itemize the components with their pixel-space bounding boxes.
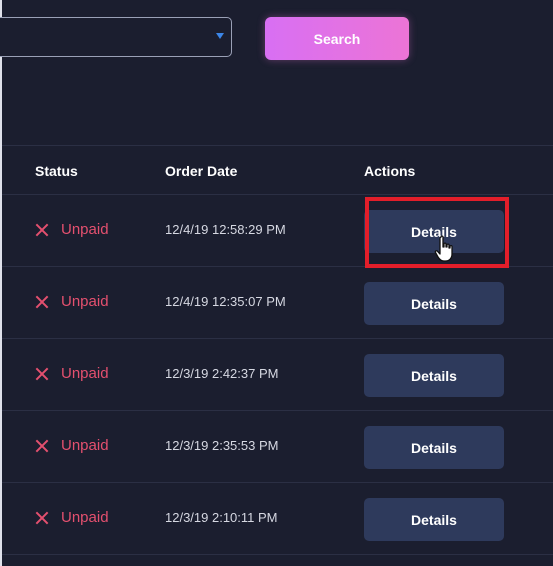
details-button[interactable]: Details: [364, 354, 504, 397]
close-icon: [35, 295, 49, 309]
status-text: Unpaid: [61, 221, 109, 238]
details-button[interactable]: Details: [364, 426, 504, 469]
status-text: Unpaid: [61, 437, 109, 454]
status-cell: Unpaid: [35, 437, 109, 454]
close-icon: [35, 439, 49, 453]
order-date: 12/3/19 2:10:11 PM: [165, 510, 278, 525]
table-row: Unpaid 12/3/19 2:10:11 PM Details: [2, 483, 553, 554]
table-row: Unpaid 12/3/19 2:35:53 PM Details: [2, 411, 553, 482]
status-text: Unpaid: [61, 293, 109, 310]
close-icon: [35, 511, 49, 525]
search-button[interactable]: Search: [265, 17, 409, 60]
order-date: 12/4/19 12:35:07 PM: [165, 294, 286, 309]
order-date: 12/3/19 2:42:37 PM: [165, 366, 279, 381]
order-date: 12/4/19 12:58:29 PM: [165, 222, 286, 237]
header-actions: Actions: [364, 163, 416, 179]
orders-panel: Search Status Order Date Actions Unpaid …: [0, 0, 553, 566]
header-status: Status: [35, 163, 78, 179]
status-cell: Unpaid: [35, 365, 109, 382]
table-row: Unpaid 12/4/19 12:35:07 PM Details: [2, 267, 553, 338]
table-header: Status Order Date Actions: [2, 146, 553, 194]
close-icon: [35, 223, 49, 237]
table-row: Unpaid 12/3/19 2:42:37 PM Details: [2, 339, 553, 410]
close-icon: [35, 367, 49, 381]
details-button[interactable]: Details: [364, 498, 504, 541]
header-order-date: Order Date: [165, 163, 238, 179]
order-date: 12/3/19 2:35:53 PM: [165, 438, 279, 453]
hand-cursor-icon: [434, 235, 453, 262]
status-cell: Unpaid: [35, 293, 109, 310]
filter-select[interactable]: [0, 17, 232, 57]
divider: [2, 554, 553, 555]
status-cell: Unpaid: [35, 221, 109, 238]
status-cell: Unpaid: [35, 509, 109, 526]
details-button[interactable]: Details: [364, 282, 504, 325]
status-text: Unpaid: [61, 365, 109, 382]
filter-toolbar: Search: [0, 0, 553, 140]
chevron-down-icon: [216, 33, 224, 39]
status-text: Unpaid: [61, 509, 109, 526]
